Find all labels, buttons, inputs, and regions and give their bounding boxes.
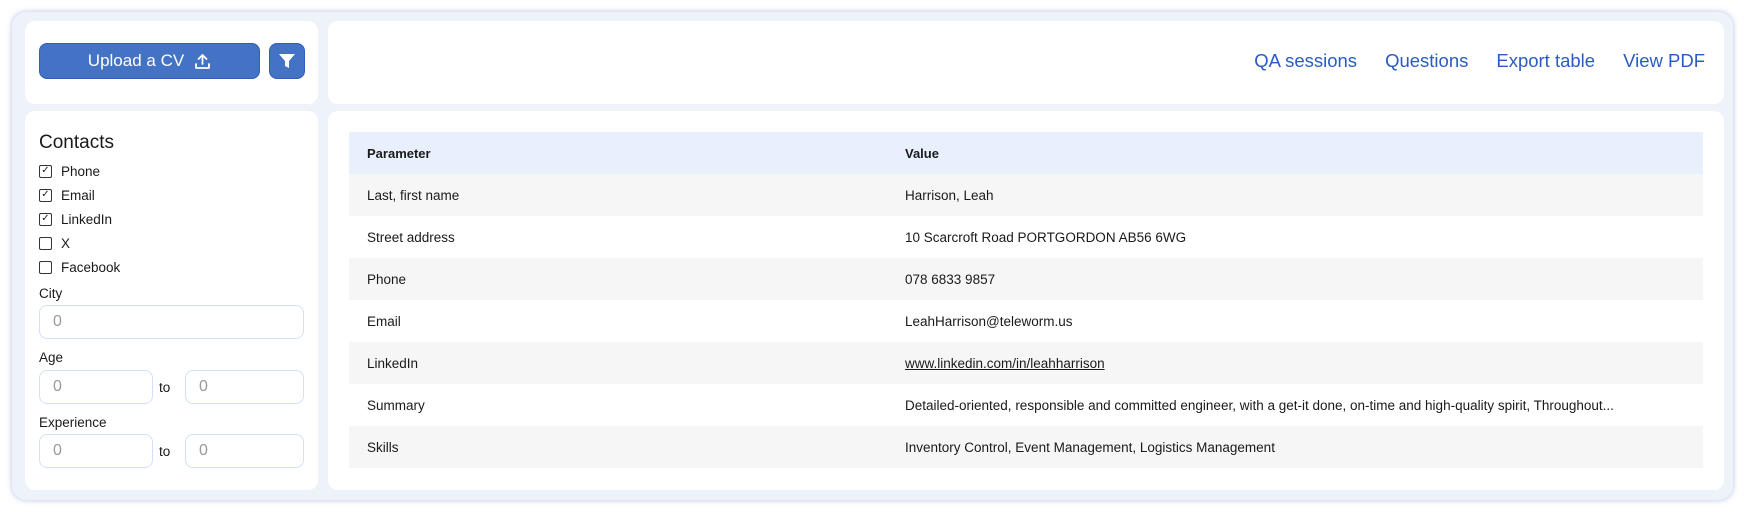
table-row: Street address 10 Scarcroft Road PORTGORD… bbox=[349, 216, 1703, 258]
age-to-label: to bbox=[159, 380, 171, 395]
upload-cv-button[interactable]: Upload a CV bbox=[39, 43, 260, 79]
experience-from-input[interactable]: 0 bbox=[39, 434, 153, 468]
table-row: Last, first name Harrison, Leah bbox=[349, 174, 1703, 216]
age-from-input[interactable]: 0 bbox=[39, 370, 153, 404]
table-row: Summary Detailed-oriented, responsible an… bbox=[349, 384, 1703, 426]
checkbox-label: Phone bbox=[61, 163, 101, 179]
contact-checkbox-email[interactable]: ✓ Email bbox=[39, 187, 95, 203]
contact-checkbox-phone[interactable]: ✓ Phone bbox=[39, 163, 100, 179]
checkbox-label: X bbox=[61, 235, 71, 251]
checkbox-icon[interactable]: ✓ bbox=[39, 164, 52, 178]
questions-link[interactable]: Questions bbox=[1385, 50, 1468, 72]
checkbox-icon[interactable] bbox=[39, 236, 52, 250]
column-header-value: Value bbox=[887, 132, 1703, 174]
parameter-cell: Phone bbox=[349, 258, 887, 300]
value-cell: 078 6833 9857 bbox=[887, 258, 1703, 300]
filter-icon bbox=[279, 54, 295, 68]
checkbox-icon[interactable]: ✓ bbox=[39, 212, 52, 226]
experience-label: Experience bbox=[39, 415, 107, 430]
contact-checkbox-x[interactable]: X bbox=[39, 235, 70, 251]
experience-to-input[interactable]: 0 bbox=[185, 434, 304, 468]
value-cell: LeahHarrison@teleworm.us bbox=[905, 313, 1073, 329]
table-row: Phone 078 6833 9857 bbox=[349, 258, 1703, 300]
checkbox-icon[interactable] bbox=[39, 260, 52, 274]
header-nav: QA sessions Questions Export table View … bbox=[1254, 50, 1705, 72]
parameter-cell: LinkedIn bbox=[349, 342, 887, 384]
qa-sessions-link[interactable]: QA sessions bbox=[1254, 50, 1357, 72]
city-input[interactable]: 0 bbox=[39, 305, 304, 339]
contacts-heading: Contacts bbox=[39, 132, 114, 153]
value-cell: 10 Scarcroft Road PORTGORDON AB56 6WG bbox=[905, 229, 1187, 245]
view-pdf-link[interactable]: View PDF bbox=[1623, 50, 1705, 72]
checkbox-label: Facebook bbox=[61, 259, 121, 275]
upload-icon bbox=[195, 53, 211, 69]
filter-button[interactable] bbox=[269, 43, 305, 79]
value-cell: Harrison, Leah bbox=[887, 174, 1703, 216]
age-label: Age bbox=[39, 350, 64, 365]
value-cell: Inventory Control, Event Management, Log… bbox=[887, 426, 1703, 468]
contact-checkbox-linkedin[interactable]: ✓ LinkedIn bbox=[39, 211, 112, 227]
table-header-row: Parameter Value bbox=[349, 132, 1703, 174]
checkbox-label: LinkedIn bbox=[61, 211, 113, 227]
column-header-parameter: Parameter bbox=[349, 132, 887, 174]
value-cell: Detailed-oriented, responsible and commi… bbox=[905, 397, 1614, 413]
age-to-input[interactable]: 0 bbox=[185, 370, 304, 404]
table-row: Email LeahHarrison@teleworm.us bbox=[349, 300, 1703, 342]
table-row: LinkedIn www.linkedin.com/in/leahharrison bbox=[349, 342, 1703, 384]
city-label: City bbox=[39, 286, 63, 301]
contact-checkbox-facebook[interactable]: Facebook bbox=[39, 259, 120, 275]
checkbox-icon[interactable]: ✓ bbox=[39, 188, 52, 202]
parameter-cell: Summary bbox=[367, 397, 425, 413]
cv-parameters-table: Parameter Value Last, first name Harrison… bbox=[349, 132, 1703, 468]
value-cell: www.linkedin.com/in/leahharrison bbox=[887, 342, 1703, 384]
parameter-cell: Street address bbox=[367, 229, 455, 245]
parameter-cell: Skills bbox=[349, 426, 887, 468]
experience-to-label: to bbox=[159, 444, 171, 459]
parameter-cell: Email bbox=[367, 313, 401, 329]
checkbox-label: Email bbox=[61, 187, 95, 203]
upload-label: Upload a CV bbox=[87, 51, 185, 70]
linkedin-link[interactable]: www.linkedin.com/in/leahharrison bbox=[905, 356, 1105, 371]
parameter-cell: Last, first name bbox=[349, 174, 887, 216]
table-row: Skills Inventory Control, Event Managemen… bbox=[349, 426, 1703, 468]
export-table-link[interactable]: Export table bbox=[1496, 50, 1595, 72]
